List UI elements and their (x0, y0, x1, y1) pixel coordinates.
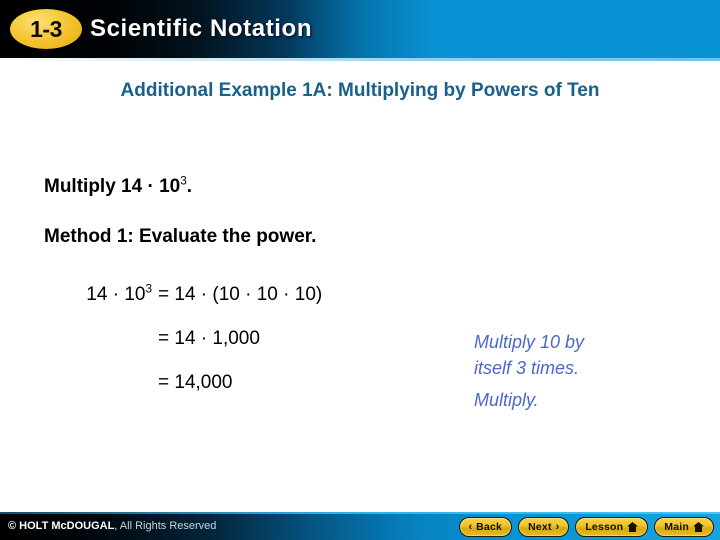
equation-row: = 14 · 1,000 (44, 317, 454, 361)
equation-lhs: 14 · 103 (44, 273, 158, 317)
lesson-number-label: 1-3 (30, 15, 62, 42)
slide-header: 1-3 Scientific Notation (0, 0, 720, 58)
equation-row: = 14,000 (44, 361, 454, 405)
equation-block: 14 · 103 = 14 · (10 · 10 · 10) = 14 · 1,… (44, 273, 454, 405)
next-button[interactable]: Next › (518, 517, 570, 537)
slide-footer: © HOLT McDOUGAL, All Rights Reserved ‹ B… (0, 512, 720, 540)
home-icon (693, 522, 704, 532)
annotation-block: Multiply 10 by itself 3 times. Multiply. (474, 329, 694, 413)
equation-row: 14 · 103 = 14 · (10 · 10 · 10) (44, 273, 454, 317)
slide-subtitle: Additional Example 1A: Multiplying by Po… (120, 80, 600, 101)
back-button[interactable]: ‹ Back (458, 517, 513, 537)
copyright-brand: © HOLT McDOUGAL (8, 520, 115, 532)
navigation-buttons: ‹ Back Next › Lesson Main (458, 517, 714, 537)
equation-rhs: = 14 · 1,000 (158, 328, 260, 349)
copyright-rights: , All Rights Reserved (114, 520, 217, 532)
problem-suffix: . (186, 176, 193, 197)
lesson-button[interactable]: Lesson (575, 517, 649, 537)
home-icon (627, 522, 639, 532)
problem-statement: Multiply 14 · 103. (44, 175, 193, 198)
page-title: Scientific Notation (90, 15, 313, 42)
method-heading: Method 1: Evaluate the power. (44, 226, 317, 247)
equation-lhs-exponent: 3 (145, 282, 152, 296)
equation-rhs: = 14,000 (158, 372, 233, 393)
annotation-line: Multiply. (474, 390, 539, 410)
annotation-line: Multiply 10 by (474, 332, 585, 352)
equation-lhs (44, 361, 158, 405)
next-button-label: Next (528, 520, 552, 533)
equation-rhs: = 14 · (10 · 10 · 10) (158, 284, 323, 305)
main-button-label: Main (664, 520, 689, 533)
lesson-number-badge: 1-3 (10, 9, 82, 49)
back-button-label: Back (476, 520, 503, 533)
slide-content: Additional Example 1A: Multiplying by Po… (0, 61, 720, 512)
problem-prefix: Multiply 14 · 10 (44, 176, 181, 197)
chevron-left-icon: ‹ (468, 520, 473, 533)
copyright-notice: © HOLT McDOUGAL, All Rights Reserved (8, 520, 216, 532)
main-button[interactable]: Main (654, 517, 714, 537)
annotation-line: itself 3 times. (474, 358, 580, 378)
chevron-right-icon: › (555, 520, 560, 533)
equation-lhs (44, 317, 158, 361)
lesson-button-label: Lesson (585, 520, 624, 533)
footer-divider (0, 512, 720, 514)
equation-lhs-base: 14 · 10 (86, 284, 146, 305)
